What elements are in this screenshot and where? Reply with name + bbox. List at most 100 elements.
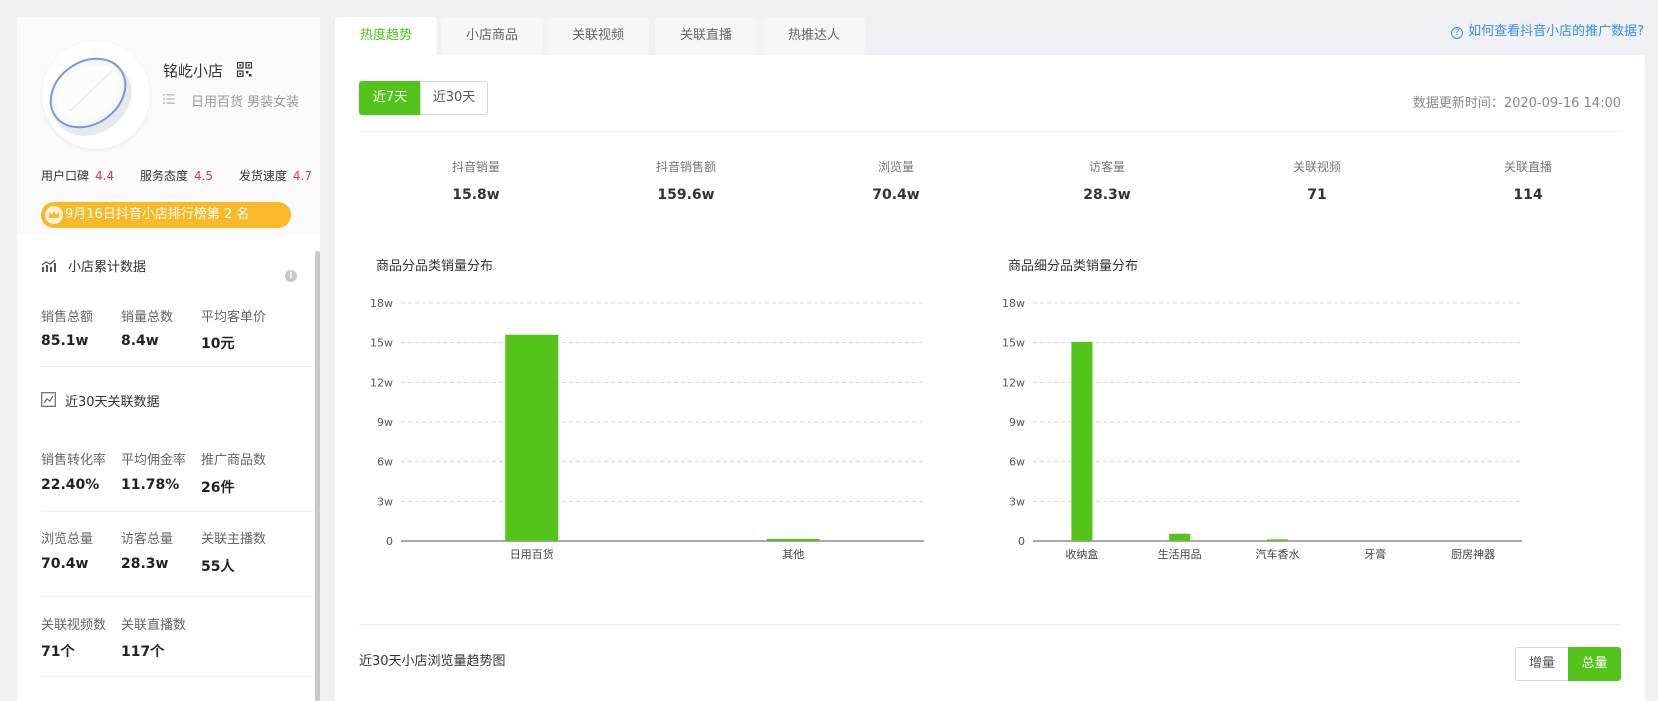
y-tick-label: 18w	[1002, 297, 1025, 310]
divider	[41, 511, 313, 512]
bar-chart-icon	[41, 259, 56, 272]
stat-label: 关联视频数	[41, 618, 107, 633]
rank-badge-text: 9月16日抖音小店排行榜第 2 名	[65, 207, 250, 222]
rating-value: 4.4	[95, 169, 115, 183]
bar[interactable]	[1071, 342, 1093, 541]
info-icon[interactable]: !	[285, 270, 297, 282]
stat-value: 26件	[201, 480, 235, 496]
kpi-label: 抖音销售额	[655, 160, 716, 174]
stat-label: 销售转化率	[41, 453, 107, 468]
stat-value: 117个	[121, 644, 165, 660]
shop-ratings: 用户口碑 4.4 服务态度 4.5 发货速度 4.7	[41, 167, 320, 184]
trend-chart-title: 近30天小店浏览量趋势图	[359, 654, 506, 669]
shop-header: 铭屹小店 日用百货 男装女装 用户口碑 4.4 服务态度 4.5 发货速度 4.7	[17, 17, 320, 234]
rank-badge[interactable]: 9月16日抖音小店排行榜第 2 名	[41, 202, 291, 228]
stat-value: 55人	[201, 559, 235, 575]
stat-label: 平均佣金率	[121, 453, 187, 468]
kpi-value: 159.6w	[657, 187, 715, 203]
update-time: 数据更新时间：2020-09-16 14:00	[1412, 96, 1621, 111]
bar[interactable]	[1169, 533, 1191, 541]
kpi-value: 15.8w	[452, 187, 500, 203]
shop-avatar[interactable]	[42, 41, 150, 149]
trend-chart-icon	[41, 392, 56, 407]
chart-title: 商品分品类销量分布	[376, 259, 494, 274]
range-30days-button[interactable]: 近30天	[420, 81, 488, 115]
kpi-douyin-revenue: 抖音销售额 159.6w	[576, 158, 796, 203]
shop-name: 铭屹小店	[163, 62, 224, 80]
tab-shop-products[interactable]: 小店商品	[441, 17, 543, 55]
stat-label: 访客总量	[121, 532, 174, 547]
bar[interactable]	[1267, 539, 1288, 541]
category-sales-chart: 0 3w 6w 9w 12w 15w 18w 日用百货 其他	[370, 297, 924, 561]
tab-heat-trend[interactable]: 热度趋势	[335, 17, 437, 55]
x-tick-label: 汽车香水	[1256, 547, 1300, 561]
divider	[41, 366, 313, 367]
stat-label: 推广商品数	[201, 453, 267, 468]
kpi-label: 访客量	[1088, 160, 1125, 174]
kpi-label: 抖音销量	[451, 160, 500, 174]
stat-value: 70.4w	[41, 556, 89, 572]
increment-button[interactable]: 增量	[1515, 647, 1569, 681]
bar[interactable]	[505, 334, 559, 541]
y-tick-label: 0	[1018, 535, 1025, 548]
kpi-related-live: 关联直播 114	[1418, 158, 1638, 203]
tab-related-videos[interactable]: 关联视频	[547, 17, 649, 55]
range-7days-button[interactable]: 近7天	[359, 81, 421, 115]
stat-label: 关联主播数	[201, 532, 267, 547]
x-tick-label: 厨房神器	[1451, 547, 1495, 561]
category-list-icon	[163, 94, 175, 104]
stat-value: 11.78%	[121, 477, 180, 493]
y-tick-label: 0	[386, 535, 393, 548]
stat-value: 22.40%	[41, 477, 100, 493]
y-tick-label: 9w	[1009, 416, 1025, 429]
cumulative-title: 小店累计数据	[68, 260, 147, 275]
shop-logo-image	[49, 57, 132, 136]
kpi-label: 关联直播	[1503, 160, 1552, 174]
x-tick-label: 收纳盒	[1065, 547, 1098, 561]
stat-label: 平均客单价	[201, 310, 267, 325]
main-panel: 近7天 近30天 数据更新时间：2020-09-16 14:00 抖音销量 15…	[335, 55, 1645, 701]
sidebar-scrollbar[interactable]	[315, 251, 320, 701]
x-tick-label: 牙膏	[1364, 547, 1386, 561]
bar[interactable]	[766, 539, 820, 541]
stat-value: 8.4w	[121, 333, 159, 349]
divider	[41, 676, 313, 677]
kpi-douyin-sales: 抖音销量 15.8w	[366, 158, 586, 203]
kpi-label: 关联视频	[1292, 160, 1341, 174]
kpi-related-videos: 关联视频 71	[1207, 158, 1427, 203]
qr-code-icon[interactable]	[237, 62, 252, 77]
tab-related-live[interactable]: 关联直播	[655, 17, 757, 55]
rating-label: 用户口碑	[41, 169, 90, 183]
tab-hot-influencers[interactable]: 热推达人	[763, 17, 865, 55]
kpi-label: 浏览量	[877, 160, 914, 174]
question-icon: ?	[1451, 27, 1464, 39]
x-tick-label: 生活用品	[1158, 547, 1202, 561]
rating-label: 发货速度	[238, 169, 287, 183]
divider	[41, 596, 313, 597]
x-tick-label: 其他	[782, 548, 804, 561]
rating-label: 服务态度	[139, 169, 188, 183]
shop-category: 日用百货 男装女装	[191, 95, 300, 110]
stat-value: 10元	[201, 336, 235, 352]
y-tick-label: 15w	[1002, 337, 1025, 350]
stat-value: 85.1w	[41, 333, 89, 349]
y-tick-label: 18w	[370, 297, 393, 310]
y-tick-label: 3w	[377, 495, 393, 508]
subcategory-sales-chart: 0 3w 6w 9w 12w 15w 18w 收纳盒 生活用品 汽车香水 牙膏 厨房神器	[1002, 297, 1522, 561]
kpi-value: 28.3w	[1083, 187, 1131, 203]
x-tick-label: 日用百货	[510, 547, 554, 561]
stat-label: 销量总数	[121, 310, 174, 325]
help-link[interactable]: ? 如何查看抖音小店的推广数据?	[1451, 20, 1644, 39]
divider	[359, 624, 1621, 625]
kpi-views: 浏览量 70.4w	[786, 158, 1006, 203]
chart-title: 商品细分品类销量分布	[1008, 259, 1139, 274]
y-tick-label: 12w	[1002, 376, 1025, 389]
total-button[interactable]: 总量	[1568, 647, 1621, 681]
y-tick-label: 9w	[377, 416, 393, 429]
y-tick-label: 6w	[377, 456, 393, 469]
crown-icon	[45, 206, 63, 224]
shop-sidebar: 铭屹小店 日用百货 男装女装 用户口碑 4.4 服务态度 4.5 发货速度 4.7	[17, 17, 320, 701]
kpi-value: 71	[1307, 187, 1327, 203]
stat-value: 71个	[41, 644, 75, 660]
y-tick-label: 15w	[370, 337, 393, 350]
